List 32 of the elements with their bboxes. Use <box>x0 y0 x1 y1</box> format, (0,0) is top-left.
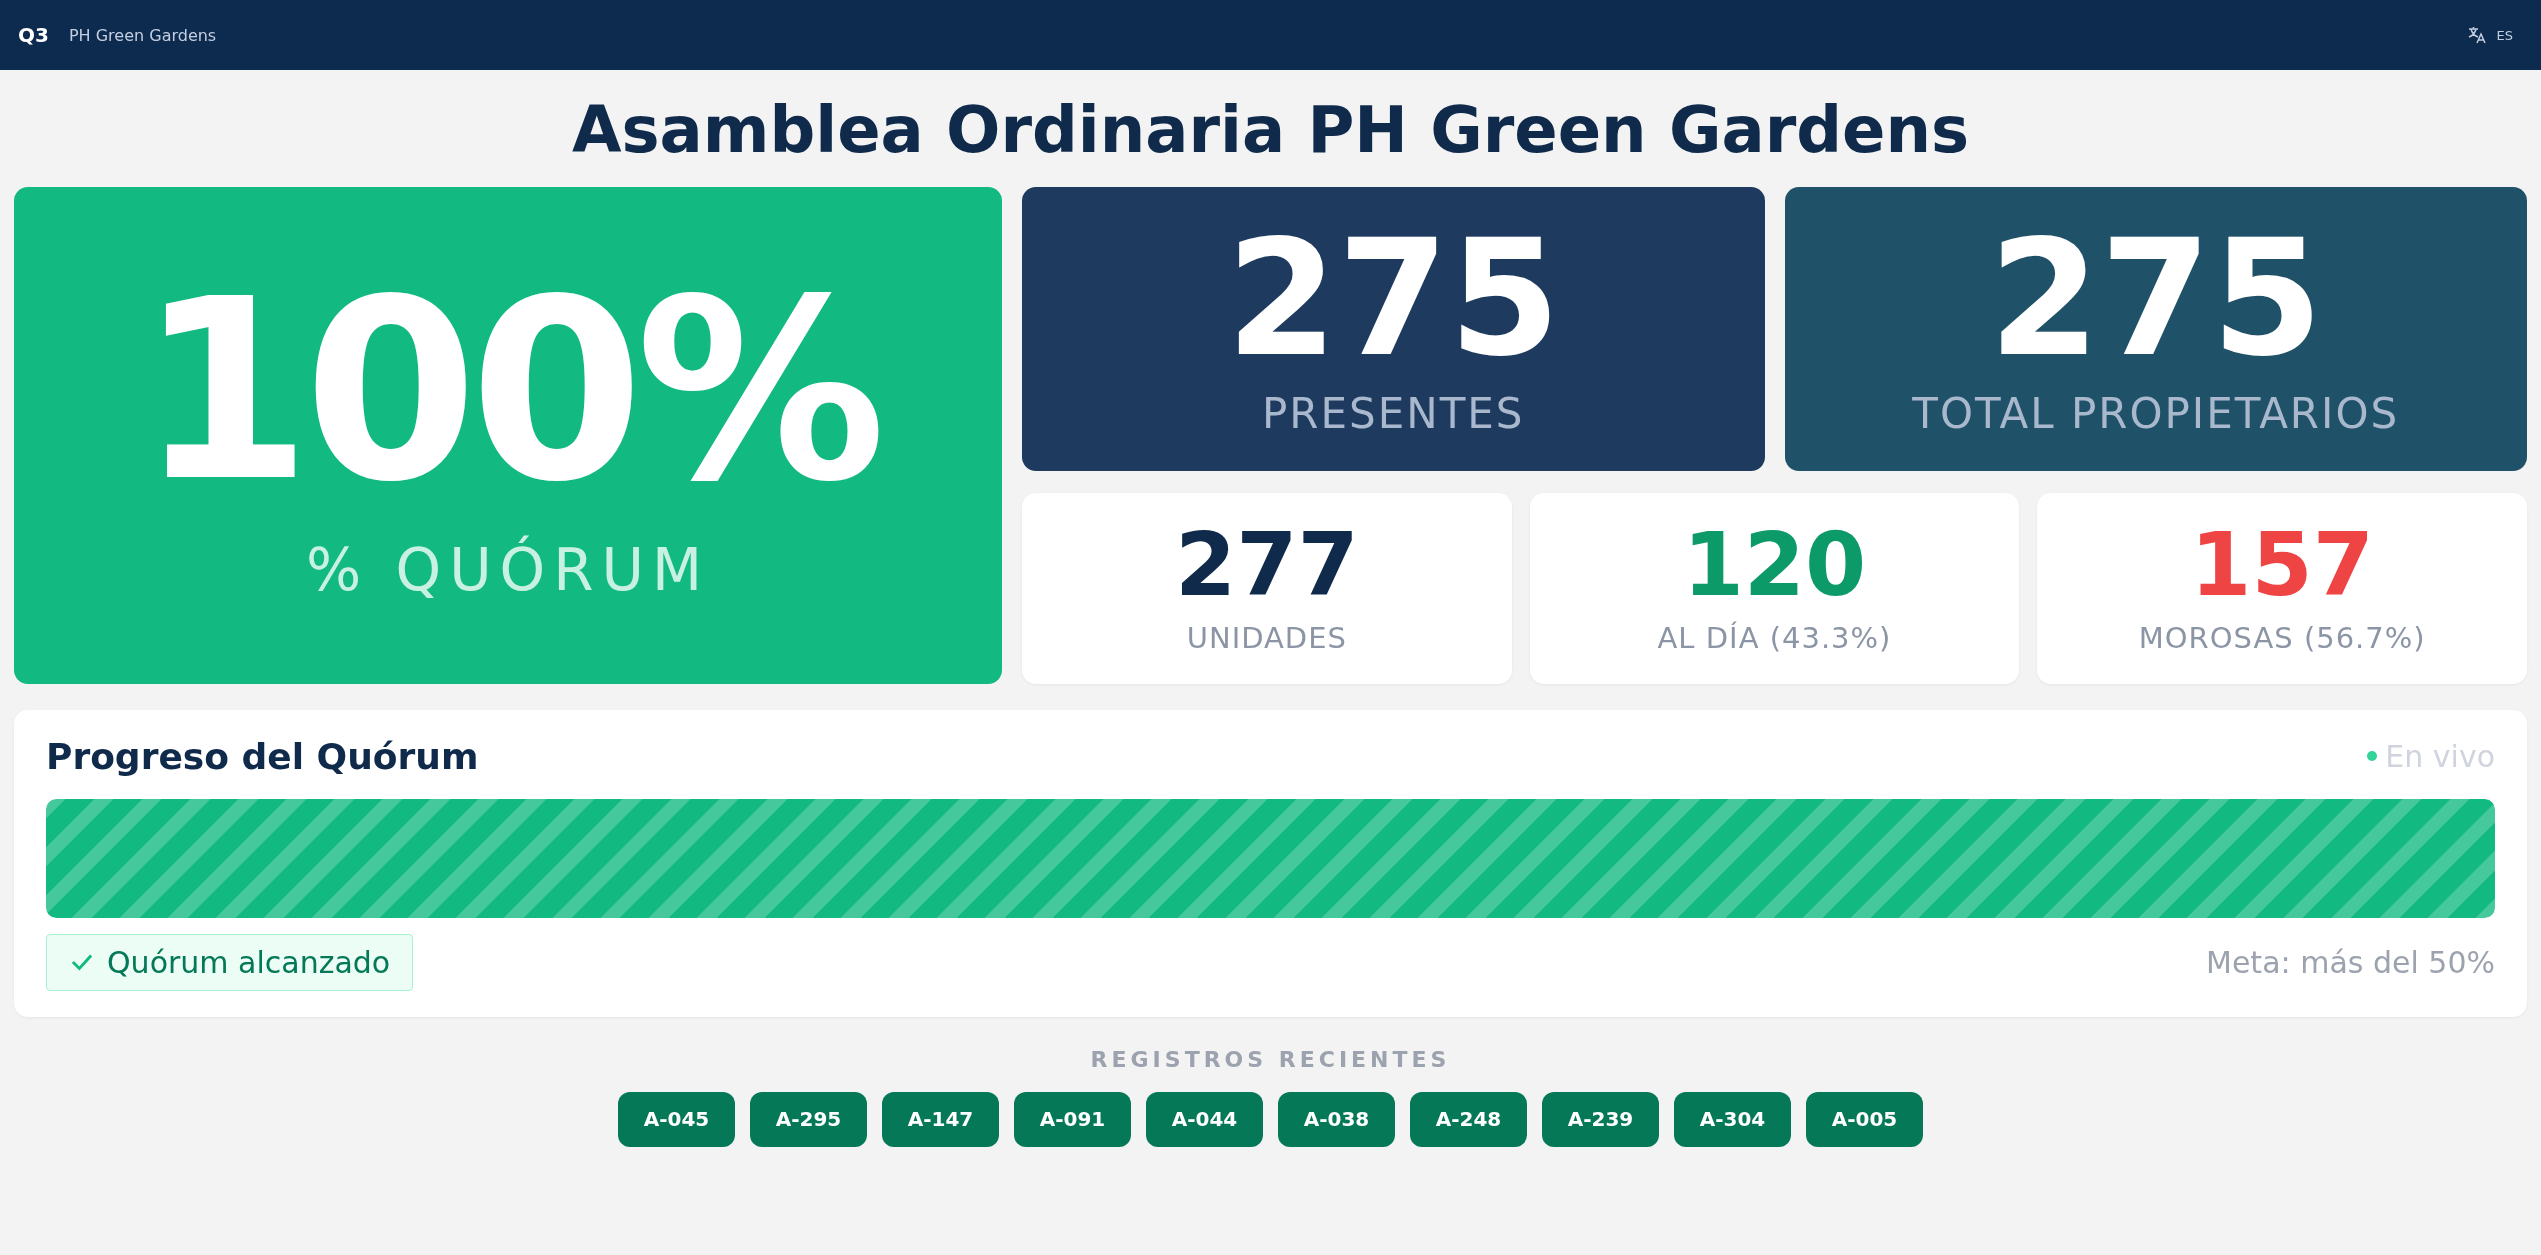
status-text: Quórum alcanzado <box>107 944 391 980</box>
unit-chip: A-295 <box>750 1091 867 1147</box>
stat-label: PRESENTES <box>1262 389 1525 439</box>
site-name: PH Green Gardens <box>68 25 217 45</box>
unit-chip: A-304 <box>1674 1091 1791 1147</box>
section-title: REGISTROS RECIENTES <box>1090 1046 1451 1072</box>
unit-chip: A-038 <box>1278 1091 1395 1147</box>
stat-value: 275 <box>1988 219 2323 380</box>
quorum-value: 100% <box>137 266 879 517</box>
page-title: Asamblea Ordinaria PH Green Gardens <box>570 92 1971 169</box>
stat-label: MOROSAS (56.7%) <box>2138 621 2426 656</box>
stat-value: 277 <box>1174 521 1359 610</box>
unit-chip: A-045 <box>618 1091 735 1147</box>
unit-chip: A-239 <box>1542 1091 1659 1147</box>
logo: Q3 <box>18 23 49 47</box>
unit-chip: A-005 <box>1806 1091 1923 1147</box>
stat-value: 157 <box>2190 521 2374 610</box>
progress-title: Progreso del Quórum <box>46 735 479 777</box>
stat-label: AL DÍA (43.3%) <box>1657 621 1892 656</box>
unit-chip: A-248 <box>1410 1091 1527 1147</box>
unit-chip: A-091 <box>1014 1091 1131 1147</box>
unit-chip: A-147 <box>882 1091 999 1147</box>
stat-label: TOTAL PROPIETARIOS <box>1912 389 2400 439</box>
quorum-label: % QUÓRUM <box>305 536 711 605</box>
goal-text: Meta: más del 50% <box>2206 944 2495 980</box>
stat-label: UNIDADES <box>1186 621 1347 656</box>
stat-value: 120 <box>1682 521 1867 610</box>
live-dot-icon <box>2367 751 2378 762</box>
unit-chip: A-044 <box>1146 1091 1263 1147</box>
language-button[interactable]: ES <box>2462 21 2517 49</box>
translate-icon <box>2466 25 2487 45</box>
stat-value: 275 <box>1226 219 1561 380</box>
